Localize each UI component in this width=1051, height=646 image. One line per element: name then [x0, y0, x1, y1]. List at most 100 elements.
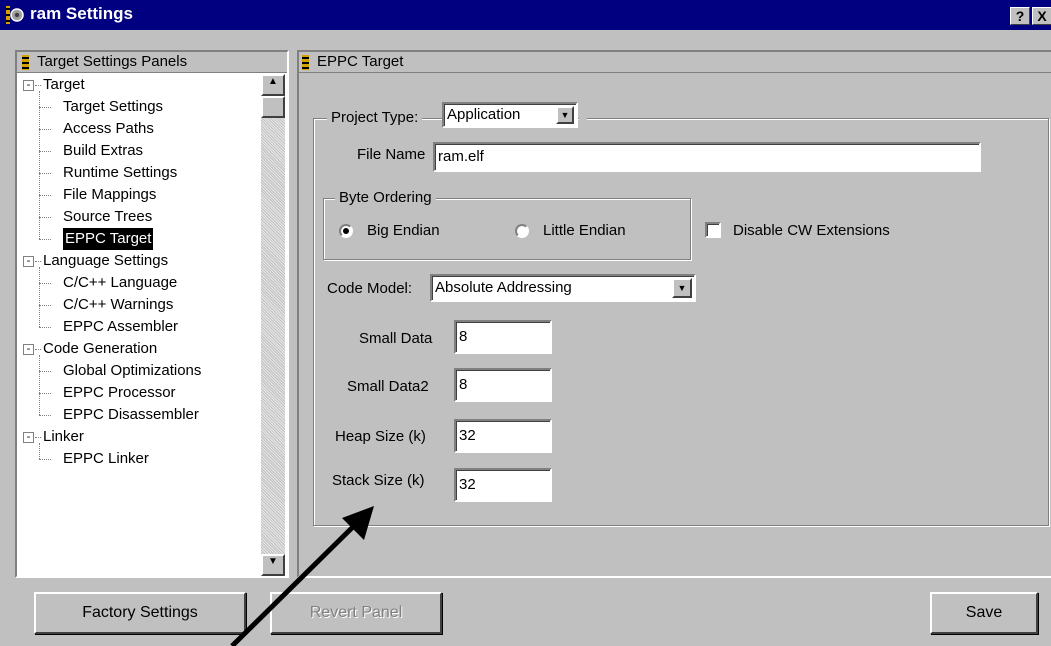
scroll-up-arrow-icon[interactable]: ▲: [261, 74, 285, 96]
project-type-group: [313, 118, 1049, 526]
radio-selected-dot: [343, 228, 349, 234]
title-bar[interactable]: ram Settings ? X: [0, 0, 1051, 30]
tree-item-code-generation[interactable]: Code Generation: [43, 338, 157, 360]
settings-panels-tree: Target Settings Panels - Target Target Set…: [15, 50, 289, 578]
help-button[interactable]: ?: [1010, 7, 1030, 25]
tree-connector: [35, 349, 41, 350]
stack-size-input[interactable]: 32: [454, 468, 552, 502]
tree-item-c-c-warnings[interactable]: C/C++ Warnings: [63, 294, 173, 316]
heap-size-label: Heap Size (k): [335, 428, 426, 445]
file-name-input[interactable]: ram.elf: [433, 142, 981, 172]
tree-connector: [39, 327, 51, 328]
scroll-thumb[interactable]: [261, 96, 285, 118]
panel-marker-icon: [302, 55, 309, 70]
tree-item-build-extras[interactable]: Build Extras: [63, 140, 143, 162]
close-button[interactable]: X: [1032, 7, 1051, 25]
tree-header: Target Settings Panels: [17, 52, 287, 73]
project-type-value: Application: [447, 106, 521, 123]
tree-expander-icon[interactable]: -: [23, 344, 34, 355]
big-endian-radio[interactable]: [339, 224, 353, 238]
small-data-input[interactable]: 8: [454, 320, 552, 354]
tree-item-runtime-settings[interactable]: Runtime Settings: [63, 162, 177, 184]
byte-ordering-legend: Byte Ordering: [335, 188, 436, 208]
little-endian-label[interactable]: Little Endian: [543, 222, 626, 239]
tree-item-target[interactable]: Target: [43, 74, 85, 96]
small-data2-input[interactable]: 8: [454, 368, 552, 402]
tree-connector: [39, 283, 51, 284]
panel-header: EPPC Target: [299, 52, 1051, 73]
chevron-down-icon[interactable]: ▼: [672, 278, 692, 298]
tree-connector: [35, 437, 41, 438]
disable-cw-extensions-checkbox[interactable]: [705, 222, 721, 238]
heap-size-value: 32: [459, 427, 476, 444]
code-model-label: Code Model:: [327, 280, 413, 297]
tree-connector: [39, 151, 51, 152]
small-data-label: Small Data: [359, 330, 433, 347]
panel-marker-icon: [22, 55, 29, 70]
heap-size-input[interactable]: 32: [454, 419, 552, 453]
scroll-down-arrow-icon[interactable]: ▼: [261, 554, 285, 576]
project-type-label: Project Type:: [331, 109, 419, 126]
factory-settings-button[interactable]: Factory Settings: [34, 592, 246, 634]
tree-connector: [39, 415, 51, 416]
panel-content: EPPC Target Project Type: Application ▼ …: [297, 50, 1051, 578]
tree-item-eppc-linker[interactable]: EPPC Linker: [63, 448, 149, 470]
window-title: ram Settings: [30, 4, 133, 23]
tree-connector: [39, 355, 40, 415]
revert-panel-button[interactable]: Revert Panel: [270, 592, 442, 634]
tree-header-label: Target Settings Panels: [37, 53, 188, 70]
little-endian-radio[interactable]: [515, 224, 529, 238]
tree-connector: [39, 239, 51, 240]
save-button[interactable]: Save: [930, 592, 1038, 634]
stack-size-value: 32: [459, 476, 476, 493]
tree-expander-icon[interactable]: -: [23, 432, 34, 443]
code-model-select[interactable]: Absolute Addressing ▼: [430, 274, 696, 302]
tree-connector: [39, 305, 51, 306]
tree-item-file-mappings[interactable]: File Mappings: [63, 184, 156, 206]
tree-connector: [39, 443, 40, 459]
tree-connector: [39, 107, 51, 108]
tree-connector: [39, 217, 51, 218]
file-name-value: ram.elf: [438, 148, 484, 165]
tree-connector: [35, 85, 41, 86]
legend-gap: [579, 114, 587, 122]
tree-expander-icon[interactable]: -: [23, 80, 34, 91]
panel-title: EPPC Target: [317, 53, 404, 70]
tree-item-eppc-assembler[interactable]: EPPC Assembler: [63, 316, 178, 338]
tree-expander-icon[interactable]: -: [23, 256, 34, 267]
tree-connector: [39, 267, 40, 327]
big-endian-label[interactable]: Big Endian: [367, 222, 440, 239]
tree-item-source-trees[interactable]: Source Trees: [63, 206, 152, 228]
tree-connector: [39, 459, 51, 460]
tree-item-global-optimizations[interactable]: Global Optimizations: [63, 360, 201, 382]
chevron-down-icon[interactable]: ▼: [556, 106, 574, 124]
disable-cw-extensions-label[interactable]: Disable CW Extensions: [733, 222, 890, 239]
settings-window: ram Settings ? X Target Settings Panels …: [0, 0, 1051, 646]
tree-connector: [39, 129, 51, 130]
tree-connector: [39, 91, 40, 239]
tree-item-access-paths[interactable]: Access Paths: [63, 118, 154, 140]
small-data2-label: Small Data2: [347, 378, 429, 395]
tree-connector: [39, 195, 51, 196]
code-model-value: Absolute Addressing: [435, 279, 572, 296]
project-type-legend: Project Type:: [327, 106, 423, 130]
tree-item-language-settings[interactable]: Language Settings: [43, 250, 168, 272]
tree-list: - Target Target Settings Access Paths Build …: [17, 74, 261, 576]
tree-connector: [35, 261, 41, 262]
stack-size-label: Stack Size (k): [332, 472, 425, 489]
tree-item-c-c-language[interactable]: C/C++ Language: [63, 272, 177, 294]
small-data-value: 8: [459, 328, 468, 345]
tree-item-eppc-target[interactable]: EPPC Target: [63, 228, 154, 250]
file-name-label: File Name: [357, 146, 426, 163]
tree-item-target-settings[interactable]: Target Settings: [63, 96, 163, 118]
tree-scrollbar[interactable]: ▲ ▼: [261, 74, 285, 576]
tree-item-eppc-disassembler[interactable]: EPPC Disassembler: [63, 404, 199, 426]
project-type-select[interactable]: Application ▼: [442, 102, 578, 128]
tree-connector: [39, 173, 51, 174]
small-data2-value: 8: [459, 376, 468, 393]
tree-connector: [39, 393, 51, 394]
tree-item-linker[interactable]: Linker: [43, 426, 84, 448]
tree-item-eppc-processor[interactable]: EPPC Processor: [63, 382, 176, 404]
settings-gear-icon: [6, 6, 24, 24]
tree-connector: [39, 371, 51, 372]
